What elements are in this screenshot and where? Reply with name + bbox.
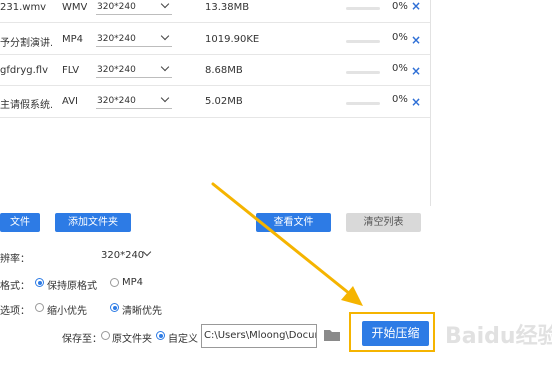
- close-icon[interactable]: ×: [411, 0, 421, 13]
- file-name: 主请假系统...: [0, 100, 52, 111]
- start-compress-button[interactable]: 开始压缩: [362, 321, 429, 346]
- save-path-value: C:\Users\Mloong\Docume: [204, 330, 316, 341]
- format-label: 格式：: [0, 281, 30, 292]
- progress-percent: 0%: [392, 94, 408, 105]
- file-size: 5.02MB: [205, 96, 243, 107]
- chevron-down-icon[interactable]: [160, 62, 170, 72]
- resolution-select[interactable]: 320*240: [97, 34, 136, 44]
- format-keep-label: 保持原格式: [47, 281, 97, 292]
- resolution-select[interactable]: 320*240: [101, 250, 144, 261]
- progress-bar: [346, 7, 380, 10]
- resolution-select[interactable]: 320*240: [97, 65, 136, 75]
- row-divider: [0, 22, 430, 23]
- chevron-down-icon[interactable]: [160, 31, 170, 41]
- file-format: FLV: [62, 65, 80, 76]
- file-size: 13.38MB: [205, 2, 250, 13]
- progress-bar: [346, 71, 380, 74]
- file-name: 231.wmv: [0, 2, 47, 13]
- file-name: 予分割演讲...: [0, 38, 52, 49]
- file-format: AVI: [62, 96, 78, 107]
- option-small-label: 缩小优先: [47, 306, 87, 317]
- file-format: MP4: [62, 34, 84, 45]
- option-clear-label: 清晰优先: [122, 306, 162, 317]
- progress-percent: 0%: [392, 1, 408, 12]
- original-folder-label: 原文件夹: [112, 334, 152, 345]
- file-size: 8.68MB: [205, 65, 243, 76]
- file-format: WMV: [62, 2, 88, 13]
- select-underline: [96, 46, 172, 47]
- progress-bar: [346, 40, 380, 43]
- close-icon[interactable]: ×: [411, 64, 421, 78]
- chevron-down-icon[interactable]: [160, 93, 170, 103]
- arrow-annotation-icon: [211, 182, 363, 306]
- select-underline: [96, 14, 172, 15]
- folder-icon[interactable]: [323, 328, 341, 342]
- table-right-border: [430, 0, 431, 206]
- save-label: 保存至：: [62, 334, 102, 345]
- option-small-radio[interactable]: [35, 303, 44, 312]
- chevron-down-icon[interactable]: [160, 0, 170, 9]
- close-icon[interactable]: ×: [411, 33, 421, 47]
- close-icon[interactable]: ×: [411, 95, 421, 109]
- select-underline: [96, 77, 172, 78]
- add-folder-button[interactable]: 添加文件夹: [55, 213, 131, 232]
- row-divider: [0, 85, 430, 86]
- format-keep-radio[interactable]: [35, 278, 44, 287]
- add-file-button[interactable]: 文件: [0, 213, 40, 232]
- format-mp4-label: MP4: [122, 277, 144, 288]
- progress-percent: 0%: [392, 63, 408, 74]
- resolution-select[interactable]: 320*240: [97, 2, 136, 12]
- option-label: 选项：: [0, 306, 30, 317]
- row-divider: [0, 117, 430, 118]
- select-underline: [96, 108, 172, 109]
- save-path-input[interactable]: C:\Users\Mloong\Docume: [201, 324, 317, 348]
- file-size: 1019.90KE: [205, 34, 260, 45]
- row-divider: [0, 54, 430, 55]
- progress-percent: 0%: [392, 32, 408, 43]
- custom-folder-label: 自定义: [168, 334, 198, 345]
- custom-folder-radio[interactable]: [156, 331, 165, 340]
- format-mp4-radio[interactable]: [110, 278, 119, 287]
- resolution-select[interactable]: 320*240: [97, 96, 136, 106]
- resolution-label: 辨率：: [0, 254, 30, 265]
- option-clear-radio[interactable]: [110, 303, 119, 312]
- progress-bar: [346, 102, 380, 105]
- file-name: gfdryg.flv: [0, 65, 48, 76]
- watermark-logo: Baidu经验: [445, 324, 552, 349]
- original-folder-radio[interactable]: [101, 331, 110, 340]
